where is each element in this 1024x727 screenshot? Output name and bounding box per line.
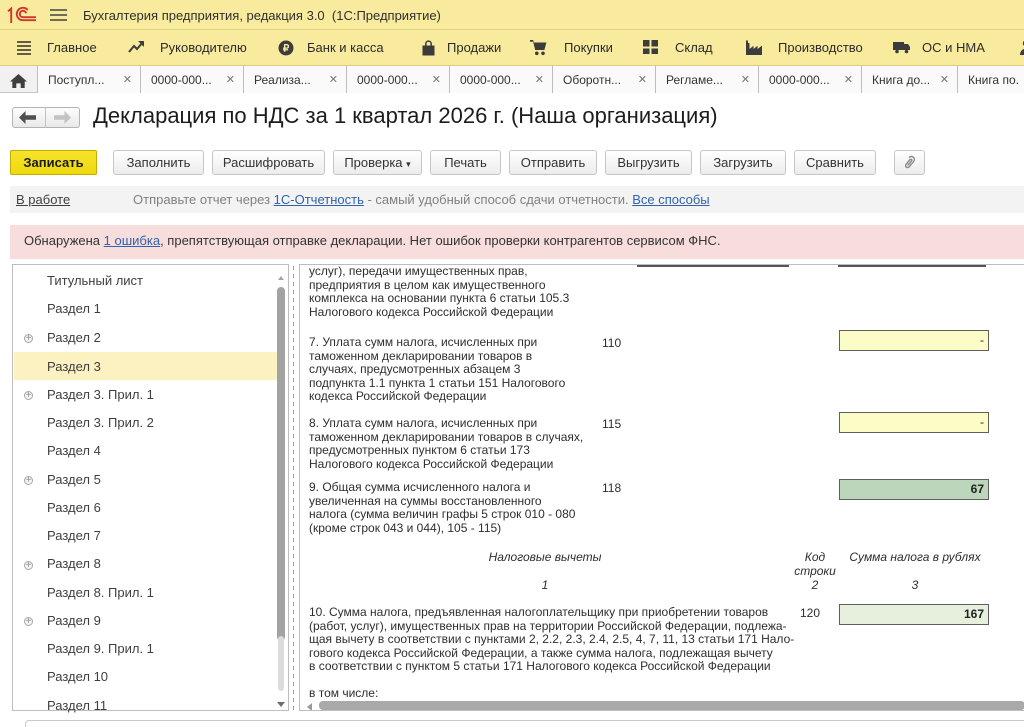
- svg-text:₽: ₽: [283, 44, 290, 55]
